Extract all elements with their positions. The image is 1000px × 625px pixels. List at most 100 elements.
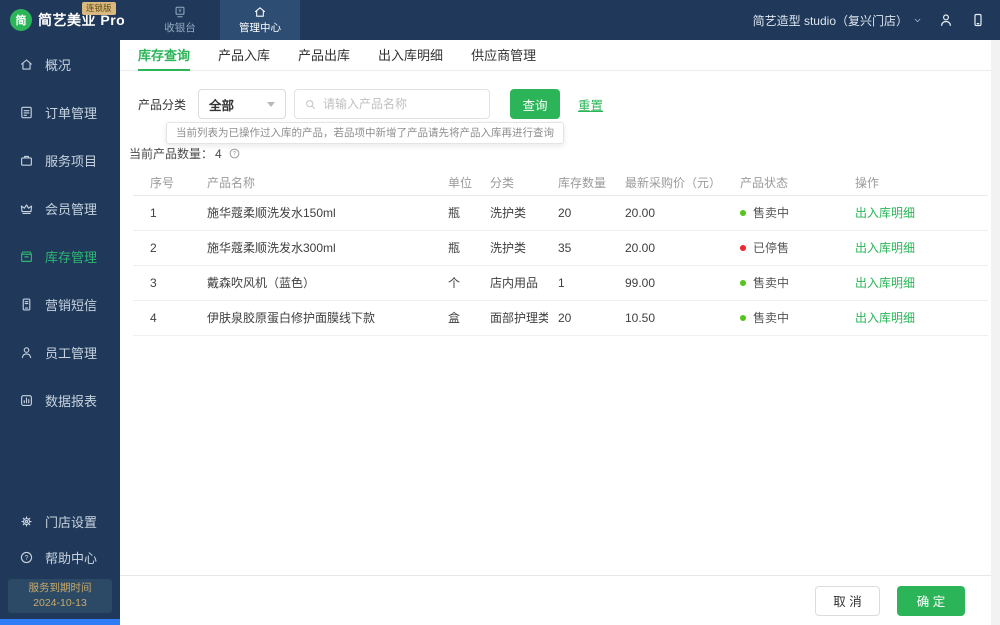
inout-detail-link[interactable]: 出入库明细 <box>855 311 915 325</box>
table-row: 3 戴森吹风机（蓝色）个店内用品 1 99.00 售卖中 出入库明细 <box>133 265 988 301</box>
latest-purchase-price: 99.00 <box>617 265 712 301</box>
box-icon <box>19 249 34 264</box>
logo-icon: 简 <box>10 9 32 31</box>
svg-text:?: ? <box>233 151 237 158</box>
column-header: 产品名称 <box>190 171 440 196</box>
stock-quantity: 20 <box>548 300 617 336</box>
stock-quantity: 1 <box>548 265 617 301</box>
row-actions: 出入库明细 <box>830 195 988 231</box>
module-tabs: 库存查询 产品入库 产品出库 出入库明细 供应商管理 <box>120 40 1000 71</box>
reset-link[interactable]: 重置 <box>578 95 603 114</box>
confirm-button[interactable]: 确 定 <box>897 585 965 616</box>
query-button[interactable]: 查询 <box>510 89 561 119</box>
latest-purchase-price: 20.00 <box>617 230 712 266</box>
row-actions: 出入库明细 <box>830 300 988 336</box>
row-actions: 出入库明细 <box>830 230 988 266</box>
tab-stock-query[interactable]: 库存查询 <box>138 40 191 71</box>
store-selector[interactable]: 简艺造型 studio（复兴门店） <box>753 12 922 29</box>
topbar: 简 简艺美业 Pro 连锁版 ¥ 收银台 管理中心 简艺造型 studio（复兴门店… <box>0 0 1000 40</box>
product-category: 店内用品 <box>480 265 548 301</box>
tab-inout-detail[interactable]: 出入库明细 <box>378 40 443 71</box>
column-header: 最新采购价（元） <box>617 171 721 196</box>
product-name: 伊肤泉胶原蛋白修护面膜线下款 <box>190 300 440 336</box>
product-category: 洗护类 <box>480 230 548 266</box>
category-select[interactable]: 全部 <box>198 89 287 119</box>
sidebar-item-label: 会员管理 <box>45 201 98 217</box>
tab-product-out[interactable]: 产品出库 <box>298 40 350 71</box>
management-home-icon <box>253 5 267 19</box>
tab-supplier[interactable]: 供应商管理 <box>471 40 536 71</box>
sidebar-item-services[interactable]: 服务项目 <box>0 136 120 184</box>
sidebar-item-staff[interactable]: 员工管理 <box>0 328 120 376</box>
inout-detail-link[interactable]: 出入库明细 <box>855 206 915 220</box>
sidebar-item-help[interactable]: ? 帮助中心 <box>0 539 120 575</box>
product-status: 售卖中 <box>712 195 830 231</box>
vertical-scrollbar[interactable] <box>991 40 1000 625</box>
status-text: 售卖中 <box>753 311 790 325</box>
sidebar-item-store-settings[interactable]: 门店设置 <box>0 503 120 539</box>
product-count-value: 4 <box>215 146 222 161</box>
product-status: 售卖中 <box>712 265 830 301</box>
device-icon[interactable] <box>970 12 986 28</box>
sidebar-item-inventory[interactable]: 库存管理 <box>0 232 120 280</box>
product-status: 已停售 <box>712 230 830 266</box>
stock-quantity: 20 <box>548 195 617 231</box>
help-icon: ? <box>19 550 34 565</box>
orders-icon <box>19 105 34 120</box>
cancel-button[interactable]: 取 消 <box>815 585 880 616</box>
product-name: 施华蔻柔顺洗发水150ml <box>190 195 440 231</box>
account-icon[interactable] <box>938 12 954 28</box>
product-category: 面部护理类 <box>480 300 548 336</box>
table-row: 4 伊肤泉胶原蛋白修护面膜线下款盒面部护理类 20 10.50 售卖中 出入库明细 <box>133 300 988 336</box>
select-caret-icon <box>267 101 276 107</box>
row-index: 3 <box>133 265 190 301</box>
search-input[interactable] <box>323 97 481 111</box>
edition-badge: 连锁版 <box>82 2 116 15</box>
stock-quantity: 35 <box>548 230 617 266</box>
sidebar-item-label: 门店设置 <box>45 514 98 530</box>
topbar-tab-label: 管理中心 <box>239 22 281 34</box>
column-header: 分类 <box>480 171 548 196</box>
inout-detail-link[interactable]: 出入库明细 <box>855 276 915 290</box>
sidebar-item-reports[interactable]: 数据报表 <box>0 376 120 424</box>
product-unit: 瓶 <box>440 230 480 266</box>
latest-purchase-price: 10.50 <box>617 300 712 336</box>
filter-row: 产品分类 全部 查询 重置 <box>120 89 1000 119</box>
service-expiry-box: 服务到期时间 2024-10-13 <box>8 579 112 613</box>
category-label: 产品分类 <box>138 97 187 112</box>
search-icon <box>304 98 317 111</box>
column-header: 单位 <box>440 171 480 196</box>
sidebar-item-sms[interactable]: 营销短信 <box>0 280 120 328</box>
sidebar-item-label: 员工管理 <box>45 345 98 361</box>
sidebar-item-label: 营销短信 <box>45 297 98 313</box>
status-dot-icon <box>740 315 746 321</box>
status-dot-icon <box>740 245 746 251</box>
column-header: 库存数量 <box>548 171 617 196</box>
column-header: 序号 <box>133 171 190 196</box>
inout-detail-link[interactable]: 出入库明细 <box>855 241 915 255</box>
sidebar-item-label: 概况 <box>45 57 72 73</box>
status-dot-icon <box>740 210 746 216</box>
service-expiry-date: 2024-10-13 <box>33 597 87 609</box>
product-unit: 个 <box>440 265 480 301</box>
sms-icon <box>19 297 34 312</box>
sidebar-item-label: 订单管理 <box>45 105 98 121</box>
product-count-row: 当前产品数量： 4 ? <box>120 145 1000 162</box>
topbar-tab-cashier[interactable]: ¥ 收银台 <box>140 0 220 40</box>
product-unit: 盒 <box>440 300 480 336</box>
row-index: 4 <box>133 300 190 336</box>
sidebar-item-members[interactable]: 会员管理 <box>0 184 120 232</box>
sidebar-item-overview[interactable]: 概况 <box>0 40 120 88</box>
topbar-tab-label: 收银台 <box>164 22 196 34</box>
product-status: 售卖中 <box>712 300 830 336</box>
question-circle-icon[interactable]: ? <box>228 147 241 160</box>
footer-bar: 取 消 确 定 <box>120 575 1000 625</box>
inventory-table: 序号 产品名称 单位 分类 库存数量 最新采购价（元） 产品状态 操作 1 施华蔻柔顺洗发水15… <box>133 171 988 336</box>
product-count-label: 当前产品数量： <box>129 147 214 161</box>
topbar-tab-management[interactable]: 管理中心 <box>220 0 300 40</box>
sidebar-item-label: 库存管理 <box>45 249 98 265</box>
sidebar-item-orders[interactable]: 订单管理 <box>0 88 120 136</box>
inventory-hint-tooltip: 当前列表为已操作过入库的产品，若品项中新增了产品请先将产品入库再进行查询 <box>166 122 564 144</box>
product-unit: 瓶 <box>440 195 480 231</box>
tab-product-in[interactable]: 产品入库 <box>218 40 270 71</box>
